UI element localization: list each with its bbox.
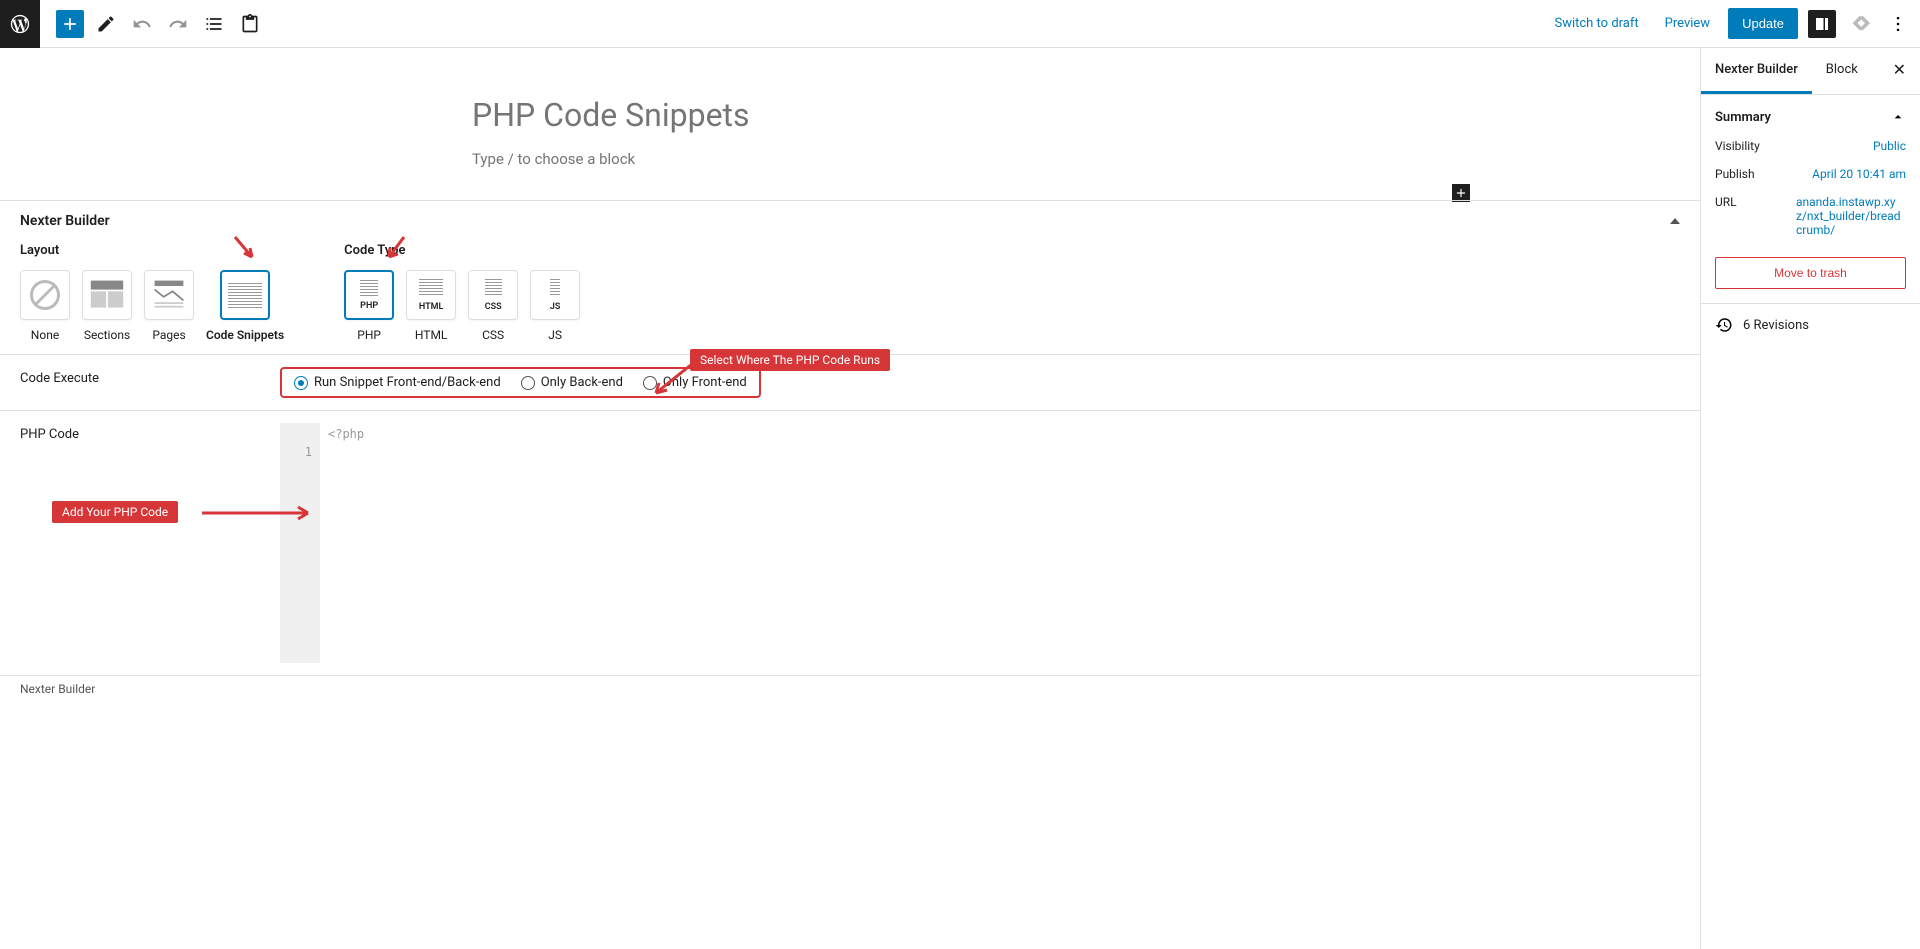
- layout-row: Layout None Sections: [20, 243, 1680, 342]
- publish-row: Publish April 20 10:41 am: [1715, 167, 1906, 181]
- radio-label: Only Back-end: [541, 375, 623, 390]
- redo-icon[interactable]: [164, 10, 192, 38]
- php-code-label: PHP Code: [20, 423, 280, 663]
- block-prompt[interactable]: Type / to choose a block: [460, 150, 1240, 168]
- summary-label: Summary: [1715, 110, 1771, 125]
- layout-thumb-pages: [144, 270, 194, 320]
- collapse-arrow-icon[interactable]: [1670, 218, 1680, 224]
- layout-option-code-snippets[interactable]: Code Snippets: [206, 270, 284, 342]
- line-gutter: 1: [280, 423, 320, 663]
- code-type-thumb-css: CSS: [468, 270, 518, 320]
- summary-panel: Summary Visibility Public Publish April …: [1701, 95, 1920, 303]
- preview-link[interactable]: Preview: [1657, 10, 1718, 37]
- layout-thumb-code-snippets: [220, 270, 270, 320]
- nexter-section-title: Nexter Builder: [20, 213, 1680, 229]
- visibility-label: Visibility: [1715, 139, 1760, 153]
- code-type-option-js[interactable]: JS JS: [530, 270, 580, 342]
- undo-icon[interactable]: [128, 10, 156, 38]
- code-type-options: PHP PHP HTML HTML CSS: [344, 270, 580, 342]
- tab-nexter-builder[interactable]: Nexter Builder: [1701, 48, 1812, 94]
- code-execute-label: Code Execute: [20, 367, 280, 386]
- paste-icon[interactable]: [236, 10, 264, 38]
- code-type-label: Code Type: [344, 243, 580, 258]
- revisions-label: 6 Revisions: [1743, 318, 1809, 333]
- main-layout: PHP Code Snippets Type / to choose a blo…: [0, 48, 1920, 949]
- revisions-row[interactable]: 6 Revisions: [1701, 303, 1920, 346]
- code-type-group: Code Type PHP PHP HTML HTML: [344, 243, 580, 342]
- footer-breadcrumb: Nexter Builder: [0, 675, 1700, 702]
- layout-group: Layout None Sections: [20, 243, 284, 342]
- sidebar-tabs: Nexter Builder Block ✕: [1701, 48, 1920, 95]
- visibility-value[interactable]: Public: [1873, 139, 1906, 153]
- toolbar-right-group: Switch to draft Preview Update: [1546, 8, 1912, 39]
- nexter-icon[interactable]: [1846, 10, 1874, 38]
- radio-label: Run Snippet Front-end/Back-end: [314, 375, 501, 390]
- annotation-arrow-icon: [230, 235, 260, 269]
- code-type-option-label: PHP: [357, 328, 381, 342]
- page-title[interactable]: PHP Code Snippets: [460, 96, 1240, 134]
- layout-option-pages[interactable]: Pages: [144, 270, 194, 342]
- editor-content: PHP Code Snippets Type / to choose a blo…: [460, 48, 1240, 200]
- layout-option-label: Sections: [84, 328, 130, 342]
- code-type-option-css[interactable]: CSS CSS: [468, 270, 518, 342]
- settings-panel-toggle[interactable]: [1808, 10, 1836, 38]
- publish-value[interactable]: April 20 10:41 am: [1812, 167, 1906, 181]
- summary-header[interactable]: Summary: [1715, 109, 1906, 125]
- layout-option-none[interactable]: None: [20, 270, 70, 342]
- publish-label: Publish: [1715, 167, 1755, 181]
- layout-thumb-none: [20, 270, 70, 320]
- radio-circle-icon: [294, 376, 308, 390]
- history-icon: [1715, 316, 1733, 334]
- more-options-icon[interactable]: [1884, 10, 1912, 38]
- annotation-arrow-icon: [384, 235, 414, 269]
- switch-to-draft-link[interactable]: Switch to draft: [1546, 10, 1646, 37]
- nexter-builder-section: Nexter Builder Layout None: [0, 200, 1700, 354]
- php-code-section: PHP Code 1 <?php Add Your PHP Code: [0, 410, 1700, 675]
- code-type-option-label: HTML: [415, 328, 448, 342]
- toolbar-left-group: [56, 10, 264, 38]
- layout-thumb-sections: [82, 270, 132, 320]
- visibility-row: Visibility Public: [1715, 139, 1906, 153]
- radio-front-back-end[interactable]: Run Snippet Front-end/Back-end: [294, 375, 501, 390]
- annotation-select-where: Select Where The PHP Code Runs: [690, 349, 890, 371]
- layout-option-label: Code Snippets: [206, 328, 284, 342]
- list-view-icon[interactable]: [200, 10, 228, 38]
- code-type-option-label: CSS: [482, 328, 504, 342]
- layout-option-label: Pages: [152, 328, 185, 342]
- radio-circle-icon: [521, 376, 535, 390]
- sidebar: Nexter Builder Block ✕ Summary Visibilit…: [1700, 48, 1920, 949]
- chevron-up-icon: [1890, 109, 1906, 125]
- code-area[interactable]: <?php: [320, 423, 1680, 663]
- editor-area: PHP Code Snippets Type / to choose a blo…: [0, 48, 1700, 949]
- code-type-option-php[interactable]: PHP PHP: [344, 270, 394, 342]
- layout-option-sections[interactable]: Sections: [82, 270, 132, 342]
- code-editor[interactable]: 1 <?php: [280, 423, 1680, 663]
- url-label: URL: [1715, 195, 1737, 237]
- top-toolbar: Switch to draft Preview Update: [0, 0, 1920, 48]
- annotation-arrow-icon: [200, 503, 320, 527]
- layout-option-label: None: [31, 328, 59, 342]
- url-row: URL ananda.instawp.xyz/nxt_builder/bread…: [1715, 195, 1906, 237]
- add-block-button[interactable]: [56, 10, 84, 38]
- update-button[interactable]: Update: [1728, 8, 1798, 39]
- code-type-thumb-php: PHP: [344, 270, 394, 320]
- url-value[interactable]: ananda.instawp.xyz/nxt_builder/breadcrum…: [1796, 195, 1906, 237]
- code-type-thumb-html: HTML: [406, 270, 456, 320]
- code-type-option-label: JS: [548, 328, 562, 342]
- wordpress-logo[interactable]: [0, 0, 40, 48]
- tab-block[interactable]: Block: [1812, 48, 1872, 94]
- radio-back-end[interactable]: Only Back-end: [521, 375, 623, 390]
- nexter-section-title-text: Nexter Builder: [20, 213, 110, 229]
- layout-options: None Sections Pages: [20, 270, 284, 342]
- edit-icon[interactable]: [92, 10, 120, 38]
- code-type-option-html[interactable]: HTML HTML: [406, 270, 456, 342]
- move-to-trash-button[interactable]: Move to trash: [1715, 257, 1906, 289]
- close-sidebar-icon[interactable]: ✕: [1879, 48, 1920, 94]
- code-type-thumb-js: JS: [530, 270, 580, 320]
- annotation-add-code: Add Your PHP Code: [52, 501, 178, 523]
